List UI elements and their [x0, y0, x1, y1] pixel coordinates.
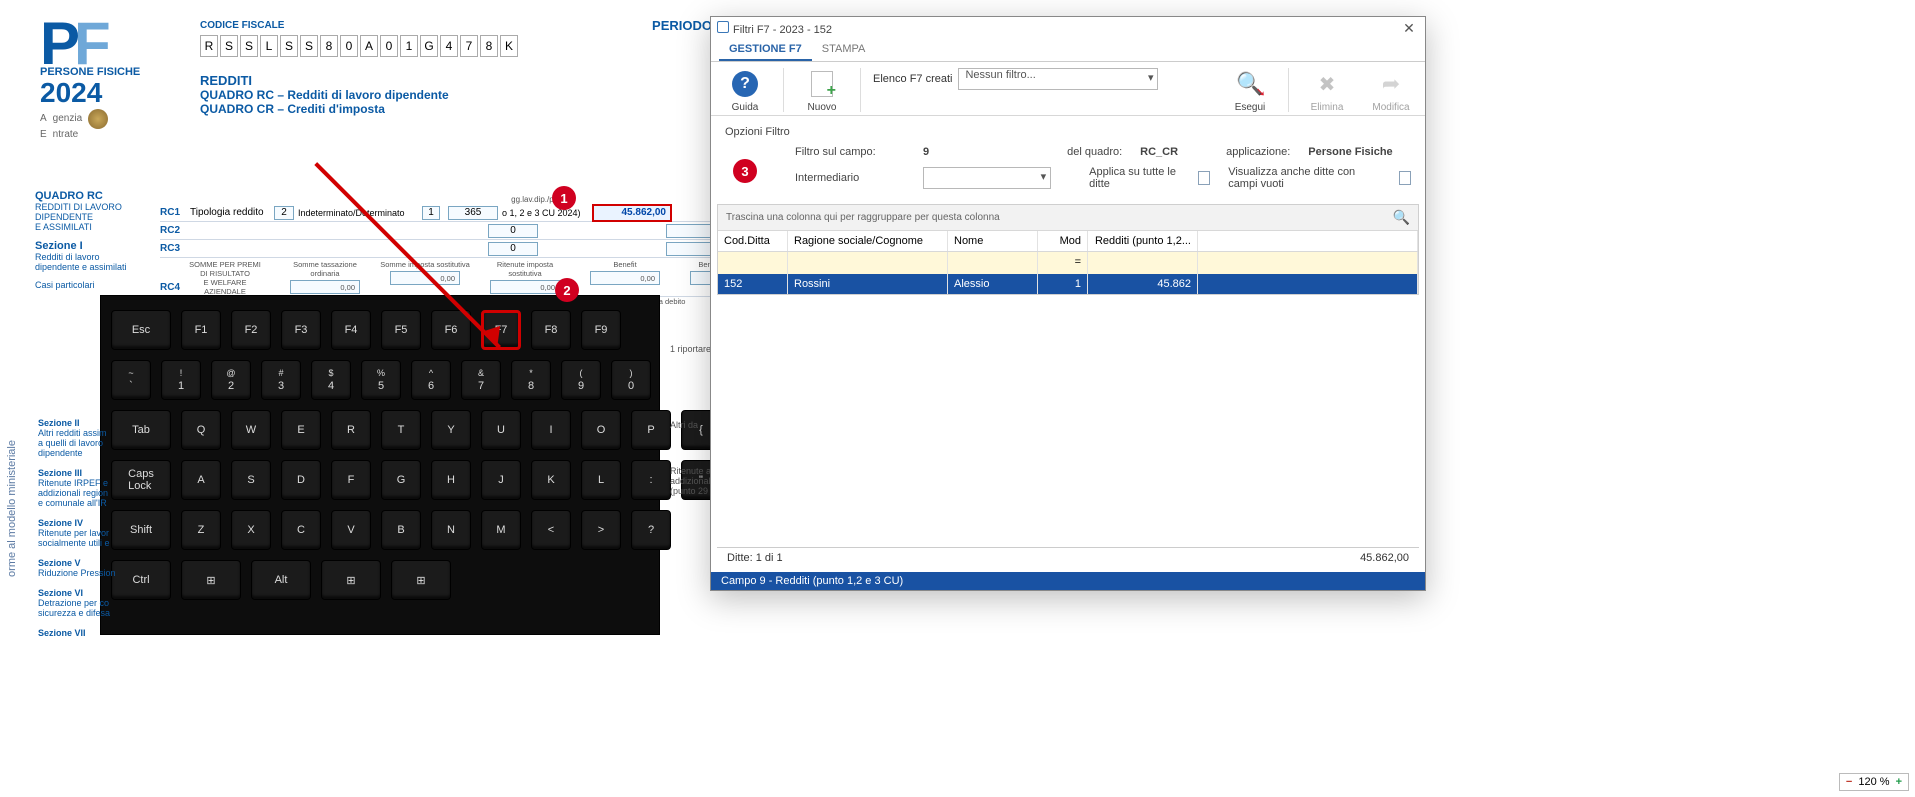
zoom-value: 120 %: [1858, 776, 1889, 788]
codice-fiscale-boxes: RSSLSS80A01G478K: [200, 35, 760, 57]
col-mod[interactable]: Mod: [1038, 231, 1088, 251]
tool-modifica: ➦ Modifica: [1365, 68, 1417, 113]
tab-gestione-f7[interactable]: GESTIONE F7: [719, 39, 812, 61]
windows-key-icon: ⊞: [206, 574, 215, 587]
delete-icon: ✖: [1319, 72, 1336, 97]
dialog-close-button[interactable]: ✕: [1399, 20, 1419, 37]
callout-badge-2: 2: [555, 278, 579, 302]
footer-ditte-count: Ditte: 1 di 1: [727, 552, 783, 564]
tool-nuovo[interactable]: + Nuovo: [796, 68, 848, 113]
col-redditi[interactable]: Redditi (punto 1,2...: [1088, 231, 1198, 251]
quadro-cr-title: QUADRO CR – Crediti d'imposta: [200, 102, 760, 116]
applica-tutte-checkbox[interactable]: [1198, 171, 1210, 185]
visualizza-vuoti-checkbox[interactable]: [1399, 171, 1411, 185]
vertical-margin-text: orme al modello ministeriale: [6, 440, 18, 577]
search-in-grid-icon[interactable]: 🔍: [1393, 209, 1410, 226]
redditi-amount-input[interactable]: 45.862,00: [592, 204, 672, 222]
zoom-control[interactable]: − 120 % +: [1839, 773, 1909, 791]
windows-key-icon: ⊞: [416, 574, 425, 587]
col-ragione[interactable]: Ragione sociale/Cognome: [788, 231, 948, 251]
filter-row[interactable]: =: [718, 252, 1418, 274]
redditi-title: REDDITI: [200, 73, 760, 88]
elenco-combo[interactable]: Nessun filtro...: [958, 68, 1158, 90]
help-icon: ?: [732, 71, 758, 97]
zoom-minus-icon[interactable]: −: [1846, 776, 1852, 788]
indet-input[interactable]: 1: [422, 206, 440, 220]
left-sections: Sezione IIAltri redditi assim a quelli d…: [38, 418, 158, 648]
filtri-f7-dialog: Filtri F7 - 2023 - 152 ✕ GESTIONE F7 STA…: [710, 16, 1426, 591]
agency-seal-icon: [88, 109, 108, 129]
windows-key-icon: ⊞: [346, 574, 355, 587]
keyboard-overlay: 2 EscF1F2F3F4F5F6F7F8F9 ~`!1@2#3$4%5^6&7…: [100, 295, 660, 635]
dialog-title: Filtri F7 - 2023 - 152: [733, 24, 832, 36]
tool-elimina: ✖ Elimina: [1301, 68, 1353, 113]
footer-total: 45.862,00: [1360, 552, 1409, 564]
tipologia-input[interactable]: 2: [274, 206, 294, 220]
data-row[interactable]: 152 Rossini Alessio 1 45.862: [718, 274, 1418, 294]
tool-esegui[interactable]: 🔍➘ Esegui: [1224, 68, 1276, 113]
applicazione-value: Persone Fisiche: [1308, 146, 1392, 158]
quadro-rc-title: QUADRO RC – Redditi di lavoro dipendente: [200, 88, 760, 102]
dialog-statusbar: Campo 9 - Redditi (punto 1,2 e 3 CU): [711, 572, 1425, 590]
tax-form-document: PERIODO D'IMPOS PFPERSONE FISICHE 2024 A…: [40, 20, 760, 140]
new-doc-icon: +: [811, 71, 833, 97]
pf-logo: PFPERSONE FISICHE 2024 Agenzia Entrate: [40, 20, 170, 140]
gg-input[interactable]: 365: [448, 206, 498, 220]
results-grid: Trascina una colonna qui per raggruppare…: [717, 204, 1419, 295]
elenco-label: Elenco F7 creati: [873, 73, 952, 85]
col-cod-ditta[interactable]: Cod.Ditta: [718, 231, 788, 251]
group-bar[interactable]: Trascina una colonna qui per raggruppare…: [726, 212, 1000, 223]
zoom-plus-icon[interactable]: +: [1896, 776, 1902, 788]
opzioni-filtro-title: Opzioni Filtro: [725, 126, 1411, 138]
edit-arrow-icon: ➦: [1382, 71, 1400, 97]
filtro-campo-value: 9: [923, 146, 929, 158]
tool-guida[interactable]: ? Guida: [719, 68, 771, 113]
intermediario-combo[interactable]: [923, 167, 1051, 189]
quadro-rc-sidebar: QUADRO RC REDDITI DI LAVORO DIPENDENTE E…: [35, 190, 155, 290]
tab-stampa[interactable]: STAMPA: [812, 39, 876, 61]
callout-badge-3: 3: [733, 159, 757, 183]
col-nome[interactable]: Nome: [948, 231, 1038, 251]
search-icon: 🔍➘: [1236, 71, 1263, 97]
callout-badge-1: 1: [552, 186, 576, 210]
dialog-tabs: GESTIONE F7 STAMPA: [711, 39, 1425, 62]
dialog-app-icon: [717, 21, 729, 33]
quadro-value: RC_CR: [1140, 146, 1178, 158]
